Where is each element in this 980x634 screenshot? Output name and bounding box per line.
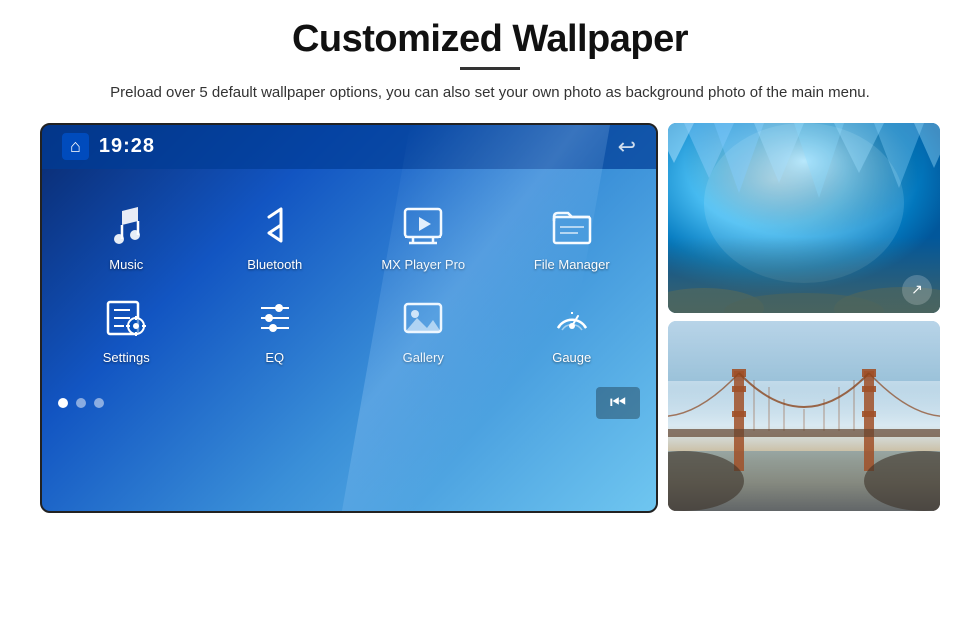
app-filemanager[interactable]: File Manager: [498, 189, 647, 282]
app-eq[interactable]: EQ: [201, 282, 350, 375]
gallery-icon: [397, 292, 449, 344]
screen-header-left: ⌂ 19:28: [62, 133, 155, 160]
car-screen: ⌂ 19:28 ↩: [40, 123, 658, 513]
filemanager-icon: [546, 199, 598, 251]
title-underline: [460, 67, 520, 70]
ice-cave-image: ↗: [668, 123, 940, 313]
app-gallery-label: Gallery: [403, 350, 444, 365]
screen-footer: ⏮: [42, 379, 656, 427]
home-button[interactable]: ⌂: [62, 133, 89, 160]
screen-time: 19:28: [99, 135, 155, 158]
app-settings[interactable]: Settings: [52, 282, 201, 375]
app-gallery[interactable]: Gallery: [349, 282, 498, 375]
app-bluetooth[interactable]: Bluetooth: [201, 189, 350, 282]
page-title: Customized Wallpaper: [292, 18, 688, 61]
home-icon: ⌂: [70, 136, 81, 157]
app-gauge-label: Gauge: [552, 350, 591, 365]
skip-back-button[interactable]: ⏮: [596, 387, 640, 419]
bluetooth-icon: [249, 199, 301, 251]
app-mxplayer-label: MX Player Pro: [381, 257, 465, 272]
gauge-icon: [546, 292, 598, 344]
app-settings-label: Settings: [103, 350, 150, 365]
app-music[interactable]: Music: [52, 189, 201, 282]
dot-1[interactable]: [58, 398, 68, 408]
bookmark-overlay: ↗: [902, 275, 932, 305]
settings-icon: [100, 292, 152, 344]
golden-gate-image: [668, 321, 940, 511]
music-icon: [100, 199, 152, 251]
dots-navigation: [58, 398, 104, 408]
app-mxplayer[interactable]: MX Player Pro: [349, 189, 498, 282]
app-music-label: Music: [109, 257, 143, 272]
dot-3[interactable]: [94, 398, 104, 408]
app-filemanager-label: File Manager: [534, 257, 610, 272]
app-bluetooth-label: Bluetooth: [247, 257, 302, 272]
content-row: ⌂ 19:28 ↩: [40, 123, 940, 513]
skip-back-icon: ⏮: [610, 392, 626, 413]
eq-icon: [249, 292, 301, 344]
images-column: ↗: [668, 123, 940, 511]
dot-2[interactable]: [76, 398, 86, 408]
app-eq-label: EQ: [265, 350, 284, 365]
page-wrapper: Customized Wallpaper Preload over 5 defa…: [0, 0, 980, 634]
back-icon[interactable]: ↩: [618, 134, 636, 160]
screen-header: ⌂ 19:28 ↩: [42, 125, 656, 169]
apps-row-1: Music Bluetooth: [42, 169, 656, 282]
mxplayer-icon: [397, 199, 449, 251]
page-subtitle: Preload over 5 default wallpaper options…: [110, 82, 870, 105]
app-gauge[interactable]: Gauge: [498, 282, 647, 375]
apps-row-2: Settings EQ: [42, 282, 656, 375]
